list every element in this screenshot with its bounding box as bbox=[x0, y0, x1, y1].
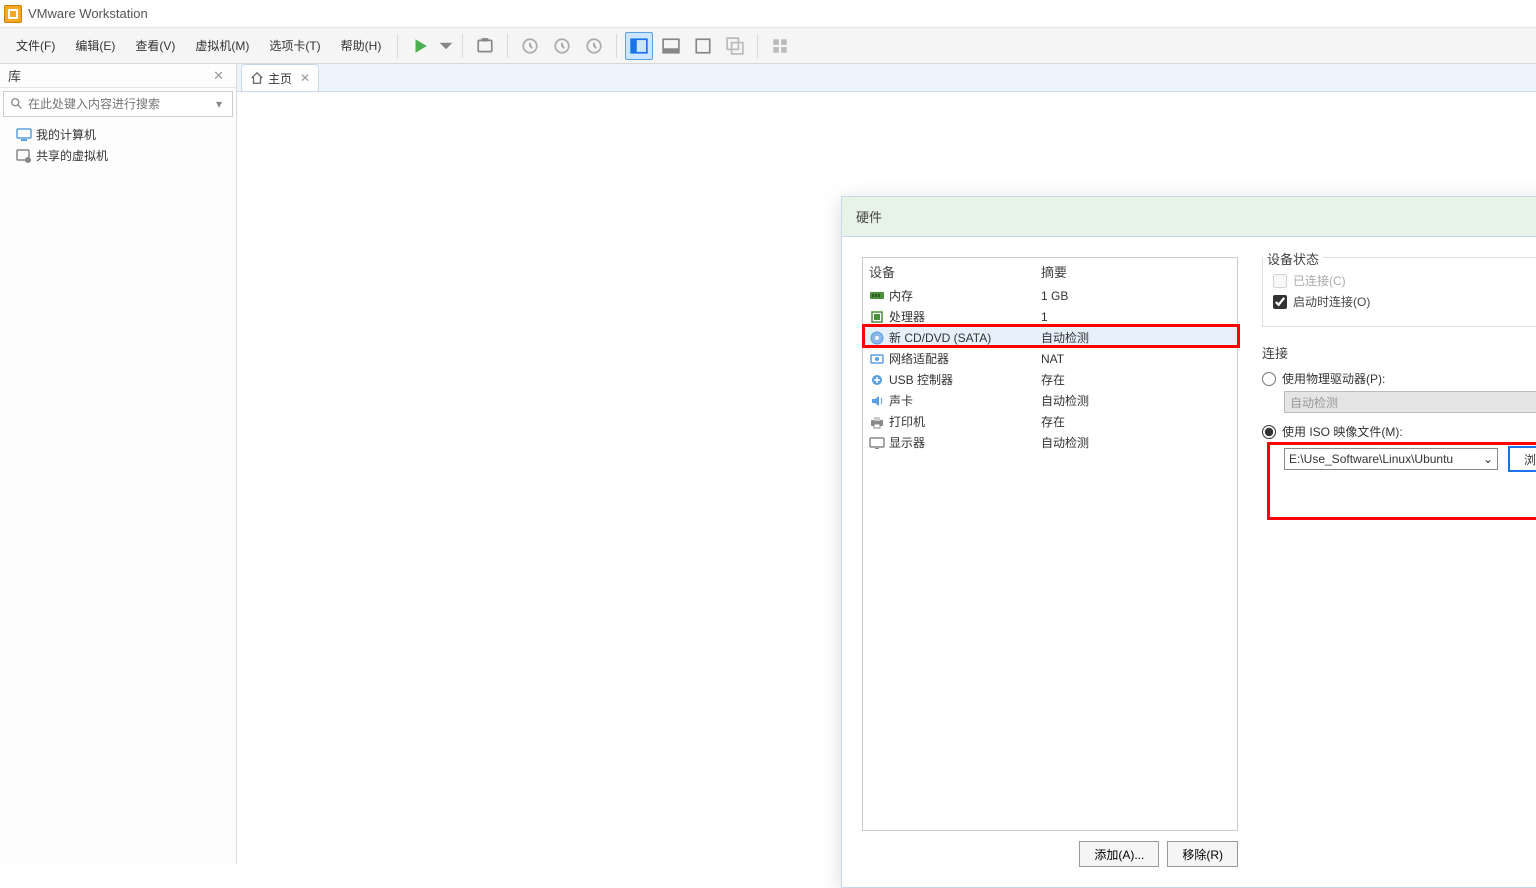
connect-on-start-row[interactable]: 启动时连接(O) bbox=[1273, 293, 1536, 310]
tab-row: 主页 ✕ bbox=[237, 64, 1536, 92]
device-row-memory[interactable]: 内存 1 GB bbox=[863, 285, 1237, 306]
connection-fieldset: 连接 使用物理驱动器(P): 自动检测 ▾ bbox=[1262, 343, 1536, 472]
separator bbox=[616, 34, 617, 58]
menu-help[interactable]: 帮助(H) bbox=[331, 31, 392, 60]
device-row-network[interactable]: 网络适配器 NAT bbox=[863, 348, 1237, 369]
device-row-usb[interactable]: USB 控制器 存在 bbox=[863, 369, 1237, 390]
search-icon bbox=[10, 97, 24, 111]
clock3-icon[interactable] bbox=[580, 32, 608, 60]
clock1-icon[interactable] bbox=[516, 32, 544, 60]
hardware-dialog: 硬件 设备 摘要 内存 1 GB bbox=[841, 196, 1536, 888]
display-icon bbox=[869, 436, 885, 450]
search-box[interactable]: ▾ bbox=[3, 91, 233, 117]
tab-home[interactable]: 主页 ✕ bbox=[241, 64, 319, 91]
snapshot-button[interactable] bbox=[471, 32, 499, 60]
physical-drive-row[interactable]: 使用物理驱动器(P): bbox=[1262, 370, 1536, 387]
add-device-button[interactable]: 添加(A)... bbox=[1079, 841, 1159, 867]
chevron-down-icon[interactable]: ⌄ bbox=[1483, 452, 1493, 466]
tree-my-computer[interactable]: 我的计算机 bbox=[2, 124, 234, 145]
device-settings: 设备状态 已连接(C) 启动时连接(O) 连接 bbox=[1262, 257, 1536, 867]
search-dropdown[interactable]: ▾ bbox=[212, 97, 226, 111]
sidebar-title: 库 bbox=[8, 66, 21, 85]
separator bbox=[757, 34, 758, 58]
state-legend: 设备状态 bbox=[1263, 249, 1323, 268]
unity-button[interactable] bbox=[721, 32, 749, 60]
tree-label-shared: 共享的虚拟机 bbox=[36, 147, 108, 164]
tab-close-button[interactable]: ✕ bbox=[300, 71, 310, 85]
sidebar-header: 库 ✕ bbox=[0, 64, 236, 88]
separator bbox=[462, 34, 463, 58]
iso-row[interactable]: 使用 ISO 映像文件(M): bbox=[1262, 423, 1536, 440]
menubar: 文件(F) 编辑(E) 查看(V) 虚拟机(M) 选项卡(T) 帮助(H) bbox=[0, 28, 1536, 64]
computer-icon bbox=[16, 127, 32, 143]
device-row-display[interactable]: 显示器 自动检测 bbox=[863, 432, 1237, 453]
play-dropdown[interactable] bbox=[438, 32, 454, 60]
device-row-printer[interactable]: 打印机 存在 bbox=[863, 411, 1237, 432]
connect-on-start-checkbox[interactable] bbox=[1273, 295, 1287, 309]
cd-icon bbox=[869, 331, 885, 345]
remove-device-button[interactable]: 移除(R) bbox=[1167, 841, 1238, 867]
home-icon bbox=[250, 71, 264, 85]
physical-drive-label: 使用物理驱动器(P): bbox=[1282, 370, 1385, 387]
menu-vm[interactable]: 虚拟机(M) bbox=[185, 31, 259, 60]
app-icon bbox=[4, 5, 22, 23]
device-list: 设备 摘要 内存 1 GB 处理器 1 新 CD/DVD (SATA) bbox=[862, 257, 1238, 831]
menu-view[interactable]: 查看(V) bbox=[125, 31, 185, 60]
thumbnail-button[interactable] bbox=[766, 32, 794, 60]
connected-checkbox bbox=[1273, 274, 1287, 288]
physical-drive-combo: 自动检测 ▾ bbox=[1284, 391, 1536, 413]
network-icon bbox=[869, 352, 885, 366]
tab-label: 主页 bbox=[268, 70, 292, 87]
view-mode1-button[interactable] bbox=[625, 32, 653, 60]
cpu-icon bbox=[869, 310, 885, 324]
dialog-titlebar: 硬件 bbox=[842, 197, 1536, 237]
device-row-cpu[interactable]: 处理器 1 bbox=[863, 306, 1237, 327]
tree-label-my-computer: 我的计算机 bbox=[36, 126, 96, 143]
connected-row: 已连接(C) bbox=[1273, 272, 1536, 289]
sound-icon bbox=[869, 394, 885, 408]
fullscreen-button[interactable] bbox=[689, 32, 717, 60]
library-tree: 我的计算机 共享的虚拟机 bbox=[0, 120, 236, 170]
view-mode2-button[interactable] bbox=[657, 32, 685, 60]
connected-label: 已连接(C) bbox=[1293, 272, 1346, 289]
shared-icon bbox=[16, 148, 32, 164]
separator bbox=[397, 34, 398, 58]
connect-on-start-label: 启动时连接(O) bbox=[1293, 293, 1370, 310]
physical-drive-radio[interactable] bbox=[1262, 372, 1276, 386]
menu-file[interactable]: 文件(F) bbox=[6, 31, 65, 60]
search-input[interactable] bbox=[28, 97, 212, 111]
dialog-title: 硬件 bbox=[856, 207, 882, 226]
sidebar: 库 ✕ ▾ 我的计算机 共享的虚拟机 bbox=[0, 64, 237, 864]
device-state-fieldset: 设备状态 已连接(C) 启动时连接(O) bbox=[1262, 257, 1536, 327]
app-title: VMware Workstation bbox=[28, 6, 148, 21]
iso-path-input[interactable]: E:\Use_Software\Linux\Ubuntu ⌄ bbox=[1284, 448, 1498, 470]
connection-legend: 连接 bbox=[1262, 343, 1536, 362]
menu-edit[interactable]: 编辑(E) bbox=[65, 31, 125, 60]
browse-button[interactable]: 浏览(B)... bbox=[1508, 446, 1536, 472]
iso-radio[interactable] bbox=[1262, 425, 1276, 439]
clock2-icon[interactable] bbox=[548, 32, 576, 60]
titlebar: VMware Workstation bbox=[0, 0, 1536, 28]
col-summary: 摘要 bbox=[1041, 262, 1231, 281]
content-area: 主页 ✕ 硬件 设备 摘要 bbox=[237, 64, 1536, 864]
memory-icon bbox=[869, 289, 885, 303]
device-row-sound[interactable]: 声卡 自动检测 bbox=[863, 390, 1237, 411]
col-device: 设备 bbox=[869, 262, 1041, 281]
printer-icon bbox=[869, 415, 885, 429]
menu-tabs[interactable]: 选项卡(T) bbox=[259, 31, 330, 60]
device-row-cddvd[interactable]: 新 CD/DVD (SATA) 自动检测 bbox=[863, 327, 1237, 348]
sidebar-close-button[interactable]: ✕ bbox=[209, 68, 228, 84]
iso-label: 使用 ISO 映像文件(M): bbox=[1282, 423, 1403, 440]
tree-shared-vm[interactable]: 共享的虚拟机 bbox=[2, 145, 234, 166]
usb-icon bbox=[869, 373, 885, 387]
separator bbox=[507, 34, 508, 58]
play-button[interactable] bbox=[406, 32, 434, 60]
